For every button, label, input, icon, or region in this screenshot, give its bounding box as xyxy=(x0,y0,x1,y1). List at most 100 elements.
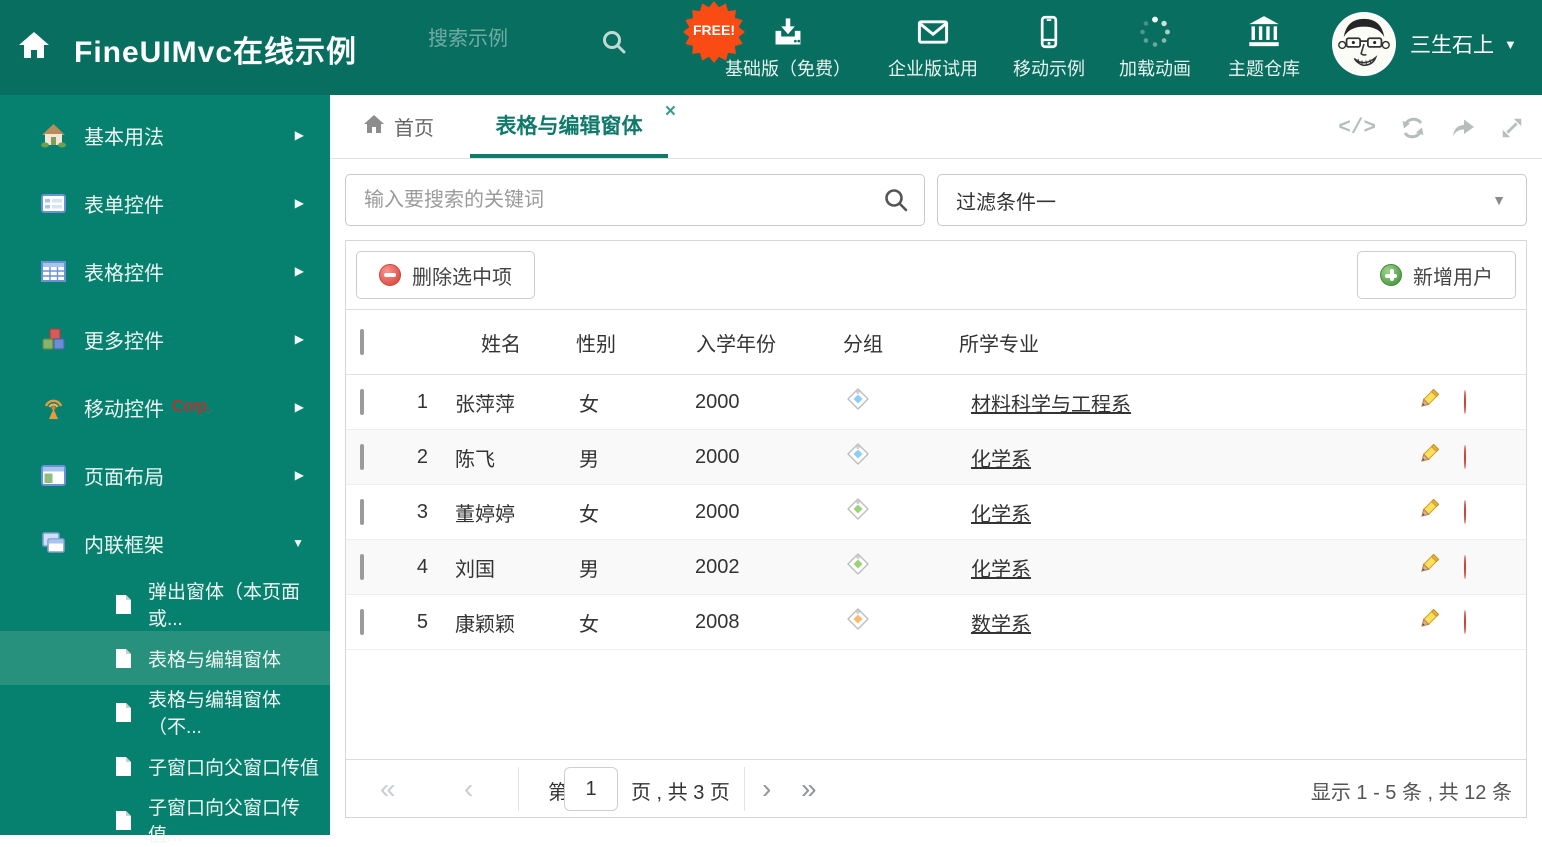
chevron-right-icon: ▶ xyxy=(294,196,304,210)
button-label: 删除选中项 xyxy=(412,266,512,289)
search-icon[interactable] xyxy=(883,187,909,218)
sidebar-item-label: 页面布局 xyxy=(84,466,164,489)
sidebar-subitem-grid-edit-window-2[interactable]: 表格与编辑窗体（不... xyxy=(0,685,330,739)
delete-icon[interactable] xyxy=(1464,444,1466,469)
home-icon xyxy=(363,114,385,140)
keyword-search-input[interactable] xyxy=(345,174,925,226)
last-page-icon[interactable]: » xyxy=(801,774,817,803)
filter-condition-select[interactable]: 过滤条件一 ▼ xyxy=(937,174,1527,226)
chevron-right-icon: ▶ xyxy=(294,128,304,142)
open-new-window-icon[interactable] xyxy=(1450,115,1476,141)
major-link[interactable]: 化学系 xyxy=(971,559,1031,581)
form-icon xyxy=(40,190,67,217)
sidebar-item-form-controls[interactable]: 表单控件 ▶ xyxy=(0,169,330,237)
frames-icon xyxy=(40,530,67,557)
delete-icon[interactable] xyxy=(1464,609,1466,634)
column-header-major[interactable]: 所学专业 xyxy=(951,328,1291,357)
row-checkbox[interactable] xyxy=(360,553,364,580)
sidebar-subitem-child-to-parent[interactable]: 子窗口向父窗口传值 xyxy=(0,739,330,793)
cell-gender: 女 xyxy=(579,503,599,526)
column-header-year[interactable]: 入学年份 xyxy=(691,328,841,357)
home-icon xyxy=(40,122,67,149)
app-home-icon[interactable] xyxy=(18,30,50,65)
cell-year: 2002 xyxy=(695,555,740,578)
fullscreen-icon[interactable] xyxy=(1500,116,1524,140)
sidebar-item-basic-usage[interactable]: 基本用法 ▶ xyxy=(0,101,330,169)
sidebar-item-more-controls[interactable]: 更多控件 ▶ xyxy=(0,305,330,373)
chevron-down-icon: ▼ xyxy=(1504,36,1517,52)
column-header-name[interactable]: 姓名 xyxy=(434,328,571,357)
grid-icon xyxy=(40,258,67,285)
layout-icon xyxy=(40,462,67,489)
tab-grid-edit-window[interactable]: 表格与编辑窗体 × xyxy=(470,95,676,158)
table-header: 姓名 性别 入学年份 分组 所学专业 xyxy=(346,310,1526,375)
row-checkbox[interactable] xyxy=(360,498,364,525)
nav-enterprise-trial[interactable]: 企业版试用 xyxy=(868,13,998,81)
first-page-icon[interactable]: « xyxy=(380,774,396,803)
chevron-right-icon: ▶ xyxy=(294,332,304,346)
tag-icon xyxy=(847,553,869,575)
add-user-button[interactable]: 新增用户 xyxy=(1357,251,1516,299)
row-checkbox[interactable] xyxy=(360,608,364,635)
header-search-input[interactable] xyxy=(428,28,593,51)
corp-badge: Corp. xyxy=(172,398,212,415)
sidebar-subitem-label: 弹出窗体（本页面或... xyxy=(148,582,301,630)
button-label: 新增用户 xyxy=(1413,266,1493,289)
edit-icon[interactable] xyxy=(1418,553,1440,580)
delete-icon[interactable] xyxy=(1464,389,1466,414)
column-header-group[interactable]: 分组 xyxy=(841,328,951,357)
source-code-icon[interactable]: </> xyxy=(1338,117,1376,140)
tabbar: 首页 表格与编辑窗体 × </> xyxy=(330,95,1542,159)
edit-icon[interactable] xyxy=(1418,498,1440,525)
column-header-gender[interactable]: 性别 xyxy=(571,328,691,357)
refresh-icon[interactable] xyxy=(1400,115,1426,141)
row-checkbox[interactable] xyxy=(360,443,364,470)
edit-icon[interactable] xyxy=(1418,443,1440,470)
delete-icon[interactable] xyxy=(1464,554,1466,579)
table-row: 2 陈飞 男 2000 化学系 xyxy=(346,430,1526,485)
page-label-suffix: 页 , 共 3 页 xyxy=(631,782,730,804)
nav-theme-repo[interactable]: 主题仓库 xyxy=(1199,13,1329,81)
nav-label: 主题仓库 xyxy=(1228,59,1300,79)
nav-basic-edition[interactable]: 基础版（免费） xyxy=(723,13,853,81)
sidebar-item-grid-controls[interactable]: 表格控件 ▶ xyxy=(0,237,330,305)
sidebar-item-mobile-controls[interactable]: 移动控件 Corp. ▶ xyxy=(0,373,330,441)
tab-home[interactable]: 首页 xyxy=(363,95,434,158)
user-menu[interactable]: 三生石上 ▼ xyxy=(1332,12,1517,76)
sidebar-subitem-grid-edit-window[interactable]: 表格与编辑窗体 xyxy=(0,631,330,685)
main-content: 首页 表格与编辑窗体 × </> 过滤条件一 ▼ xyxy=(330,95,1542,835)
row-number: 1 xyxy=(416,390,428,413)
chevron-down-icon: ▼ xyxy=(292,536,304,550)
edit-icon[interactable] xyxy=(1418,608,1440,635)
sidebar-item-inline-frame[interactable]: 内联框架 ▼ xyxy=(0,509,330,577)
edit-icon[interactable] xyxy=(1418,388,1440,415)
sidebar-item-label: 移动控件 xyxy=(84,398,164,421)
select-all-checkbox[interactable] xyxy=(360,328,364,355)
prev-page-icon[interactable]: ‹ xyxy=(464,774,473,803)
next-page-icon[interactable]: › xyxy=(762,774,771,803)
row-number: 4 xyxy=(416,555,428,578)
close-icon[interactable]: × xyxy=(665,102,676,121)
sidebar-subitem-child-to-parent-2[interactable]: 子窗口向父窗口传值... xyxy=(0,793,330,847)
major-link[interactable]: 化学系 xyxy=(971,449,1031,471)
major-link[interactable]: 材料科学与工程系 xyxy=(971,394,1131,416)
major-link[interactable]: 化学系 xyxy=(971,504,1031,526)
nav-label: 企业版试用 xyxy=(888,59,978,79)
chevron-right-icon: ▶ xyxy=(294,400,304,414)
sidebar-subitem-popup-window[interactable]: 弹出窗体（本页面或... xyxy=(0,577,330,631)
chevron-right-icon: ▶ xyxy=(294,264,304,278)
delete-selected-button[interactable]: 删除选中项 xyxy=(356,251,535,299)
major-link[interactable]: 数学系 xyxy=(971,614,1031,636)
header-search-icon[interactable] xyxy=(601,29,627,60)
chevron-right-icon: ▶ xyxy=(294,468,304,482)
sidebar-item-label: 内联框架 xyxy=(84,534,164,557)
sidebar-item-label: 表格控件 xyxy=(84,262,164,285)
delete-icon[interactable] xyxy=(1464,499,1466,524)
cell-gender: 男 xyxy=(579,558,599,581)
row-checkbox[interactable] xyxy=(360,388,364,415)
tag-icon xyxy=(847,443,869,465)
row-number: 3 xyxy=(416,500,428,523)
sidebar-item-page-layout[interactable]: 页面布局 ▶ xyxy=(0,441,330,509)
download-icon xyxy=(723,13,853,51)
page-number-input[interactable] xyxy=(564,767,618,811)
